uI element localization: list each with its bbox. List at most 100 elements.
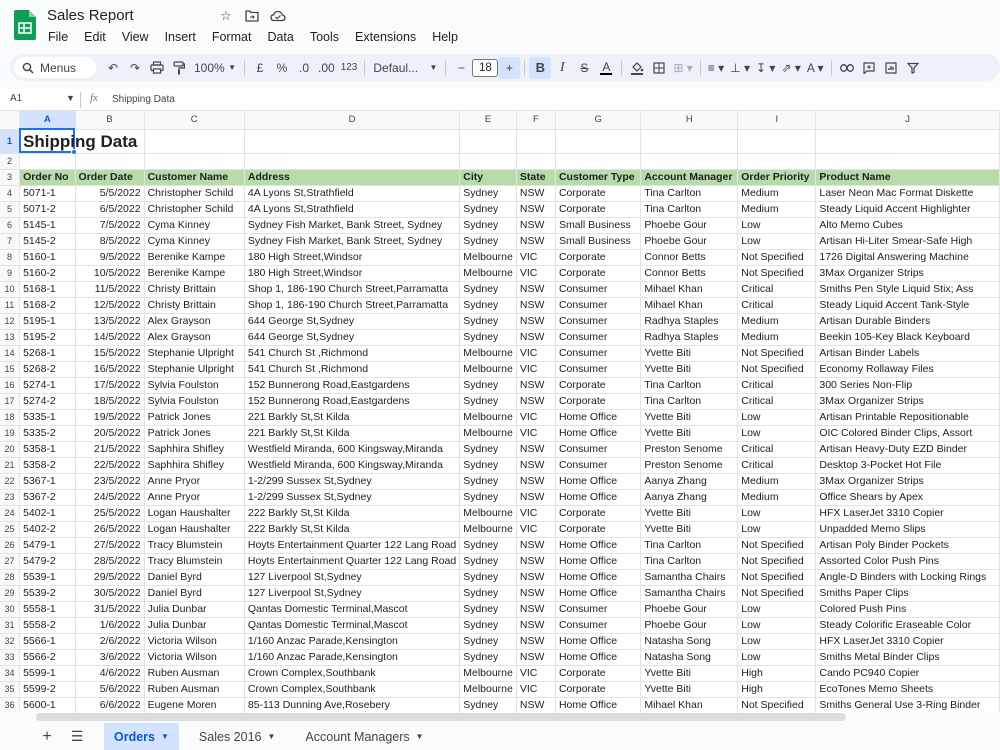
cell[interactable]: Corporate xyxy=(555,505,642,522)
cell[interactable]: Not Specified xyxy=(737,697,817,713)
cell[interactable]: Yvette Biti xyxy=(640,665,739,682)
cell[interactable]: 3/6/2022 xyxy=(75,649,145,666)
cell[interactable]: Connor Betts xyxy=(640,265,739,282)
cell[interactable]: VIC xyxy=(516,505,556,522)
fill-color-icon[interactable] xyxy=(626,57,648,79)
tab-orders[interactable]: Orders ▼ xyxy=(104,723,179,750)
cell[interactable]: Not Specified xyxy=(737,553,817,570)
cell[interactable]: Not Specified xyxy=(737,265,817,282)
cell[interactable]: Stephanie Ulpright xyxy=(144,345,245,362)
cell[interactable]: 5566-1 xyxy=(19,633,76,650)
cell[interactable]: Phoebe Gour xyxy=(640,601,739,618)
cell[interactable]: Sydney Fish Market, Bank Street, Sydney xyxy=(244,217,461,234)
decrease-font-size-icon[interactable]: − xyxy=(450,57,472,79)
cell[interactable]: Artisan Durable Binders xyxy=(815,313,1000,330)
row-header[interactable]: 12 xyxy=(0,313,21,330)
cell[interactable]: 3Max Organizer Strips xyxy=(815,473,1000,490)
cell[interactable]: 180 High Street,Windsor xyxy=(244,265,461,282)
cell[interactable]: 5268-2 xyxy=(19,361,76,378)
cell[interactable]: NSW xyxy=(516,537,556,554)
menu-file[interactable]: File xyxy=(40,29,76,45)
cell[interactable]: High xyxy=(737,681,817,698)
cell[interactable]: Tina Carlton xyxy=(640,201,739,218)
cell[interactable]: 5274-2 xyxy=(19,393,76,410)
cell[interactable]: Cando PC940 Copier xyxy=(815,665,1000,682)
cell[interactable]: 20/5/2022 xyxy=(75,425,145,442)
cell[interactable]: 27/5/2022 xyxy=(75,537,145,554)
cell[interactable]: NSW xyxy=(516,697,556,713)
cell[interactable]: Medium xyxy=(737,201,817,218)
cell[interactable]: Mihael Khan xyxy=(640,297,739,314)
cell[interactable]: Sydney xyxy=(459,329,517,346)
cell[interactable]: VIC xyxy=(516,361,556,378)
header-cell[interactable]: State xyxy=(516,169,556,186)
cell[interactable]: Melbourne xyxy=(459,361,517,378)
cell[interactable]: NSW xyxy=(516,473,556,490)
cell[interactable]: Connor Betts xyxy=(640,249,739,266)
cell[interactable]: Corporate xyxy=(555,249,642,266)
cell[interactable] xyxy=(516,129,556,154)
cell[interactable] xyxy=(19,153,76,170)
cell[interactable]: Alto Memo Cubes xyxy=(815,217,1000,234)
cell[interactable]: Anne Pryor xyxy=(144,489,245,506)
cell[interactable]: 644 George St,Sydney xyxy=(244,329,461,346)
row-header[interactable]: 35 xyxy=(0,681,21,698)
tab-account-managers[interactable]: Account Managers ▼ xyxy=(295,723,433,750)
select-all-corner[interactable] xyxy=(0,111,21,130)
currency-format-button[interactable]: £ xyxy=(249,57,271,79)
menu-help[interactable]: Help xyxy=(424,29,466,45)
cell[interactable]: Saphhira Shifley xyxy=(144,457,245,474)
cell[interactable]: NSW xyxy=(516,569,556,586)
header-cell[interactable]: Account Manager xyxy=(640,169,739,186)
cell[interactable]: Critical xyxy=(737,457,817,474)
cell[interactable]: Samantha Chairs xyxy=(640,585,739,602)
cell[interactable]: Home Office xyxy=(555,633,642,650)
chevron-down-icon[interactable]: ▼ xyxy=(267,732,275,741)
cell[interactable]: Hoyts Entertainment Quarter 122 Lang Roa… xyxy=(244,553,461,570)
cell[interactable] xyxy=(555,129,642,154)
cell[interactable]: Home Office xyxy=(555,489,642,506)
cell[interactable]: Natasha Song xyxy=(640,633,739,650)
cell[interactable]: Home Office xyxy=(555,473,642,490)
cell[interactable] xyxy=(737,153,817,170)
cell[interactable]: 23/5/2022 xyxy=(75,473,145,490)
cell[interactable]: Assorted Color Push Pins xyxy=(815,553,1000,570)
cell[interactable]: Critical xyxy=(737,377,817,394)
cell[interactable]: HFX LaserJet 3310 Copier xyxy=(815,505,1000,522)
cell[interactable]: VIC xyxy=(516,425,556,442)
cell[interactable]: 5367-1 xyxy=(19,473,76,490)
cell[interactable]: NSW xyxy=(516,617,556,634)
cell[interactable]: Not Specified xyxy=(737,361,817,378)
cell[interactable]: Sydney xyxy=(459,457,517,474)
cell[interactable]: Tina Carlton xyxy=(640,393,739,410)
menu-insert[interactable]: Insert xyxy=(157,29,204,45)
cell[interactable]: 127 Liverpool St,Sydney xyxy=(244,585,461,602)
cell[interactable]: 541 Church St ,Richmond xyxy=(244,345,461,362)
cell[interactable]: 24/5/2022 xyxy=(75,489,145,506)
text-color-icon[interactable]: A xyxy=(595,57,617,79)
insert-chart-icon[interactable] xyxy=(880,57,902,79)
cell[interactable]: Melbourne xyxy=(459,425,517,442)
cell[interactable]: Daniel Byrd xyxy=(144,569,245,586)
cell[interactable]: VIC xyxy=(516,409,556,426)
cell[interactable]: 300 Series Non-Flip xyxy=(815,377,1000,394)
filter-icon[interactable] xyxy=(902,57,924,79)
cell[interactable]: 221 Barkly St,St Kilda xyxy=(244,409,461,426)
tab-sales-2016[interactable]: Sales 2016 ▼ xyxy=(189,723,285,750)
cell[interactable]: 5071-2 xyxy=(19,201,76,218)
cell[interactable]: Home Office xyxy=(555,649,642,666)
cell[interactable]: Berenike Kampe xyxy=(144,265,245,282)
cell[interactable] xyxy=(244,153,461,170)
cell[interactable]: Julia Dunbar xyxy=(144,601,245,618)
cell[interactable]: HFX LaserJet 3310 Copier xyxy=(815,633,1000,650)
cell[interactable] xyxy=(144,129,245,154)
row-header[interactable]: 10 xyxy=(0,281,21,298)
cell[interactable]: Not Specified xyxy=(737,585,817,602)
strikethrough-icon[interactable]: S xyxy=(573,57,595,79)
bold-icon[interactable]: B xyxy=(529,56,552,79)
cell[interactable]: Critical xyxy=(737,441,817,458)
cell[interactable]: Medium xyxy=(737,185,817,202)
cell[interactable]: Consumer xyxy=(555,297,642,314)
cell[interactable]: Yvette Biti xyxy=(640,681,739,698)
cell[interactable]: Beekin 105-Key Black Keyboard xyxy=(815,329,1000,346)
